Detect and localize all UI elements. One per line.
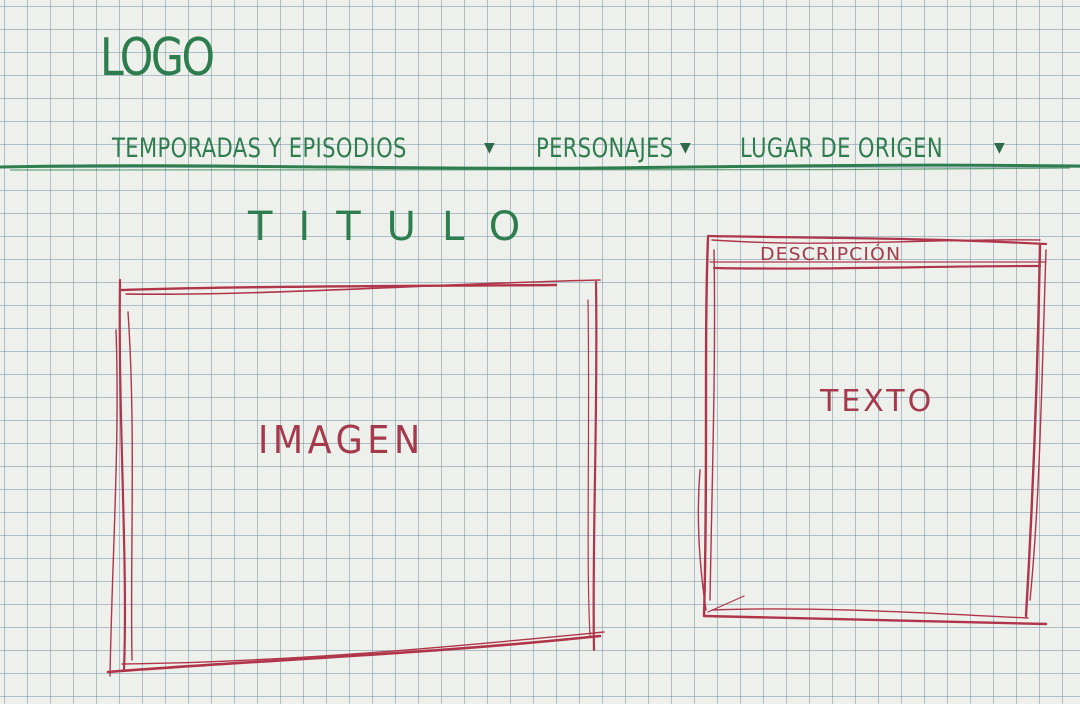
caret-down-icon: ▼ <box>680 140 691 156</box>
nav-item-label: LUGAR DE ORIGEN <box>740 132 944 164</box>
page-title: TITULO <box>248 204 547 250</box>
nav-item-label: TEMPORADAS Y EPISODIOS <box>112 132 407 164</box>
nav-item-lugar-de-origen[interactable]: LUGAR DE ORIGEN ▼ <box>740 128 1005 168</box>
nav-item-label: PERSONAJES <box>536 132 674 164</box>
caret-down-icon: ▼ <box>994 140 1005 156</box>
caret-down-icon: ▼ <box>484 140 495 156</box>
description-panel <box>700 232 1046 626</box>
logo[interactable]: LOGO <box>100 28 215 88</box>
nav-item-temporadas[interactable]: TEMPORADAS Y EPISODIOS ▼ <box>112 128 495 168</box>
nav-item-personajes[interactable]: PERSONAJES ▼ <box>536 128 712 168</box>
description-text: TEXTO <box>820 384 935 419</box>
description-header: DESCRIPCIÓN <box>760 244 902 265</box>
image-placeholder <box>112 278 602 672</box>
image-placeholder-label: IMAGEN <box>258 418 425 462</box>
